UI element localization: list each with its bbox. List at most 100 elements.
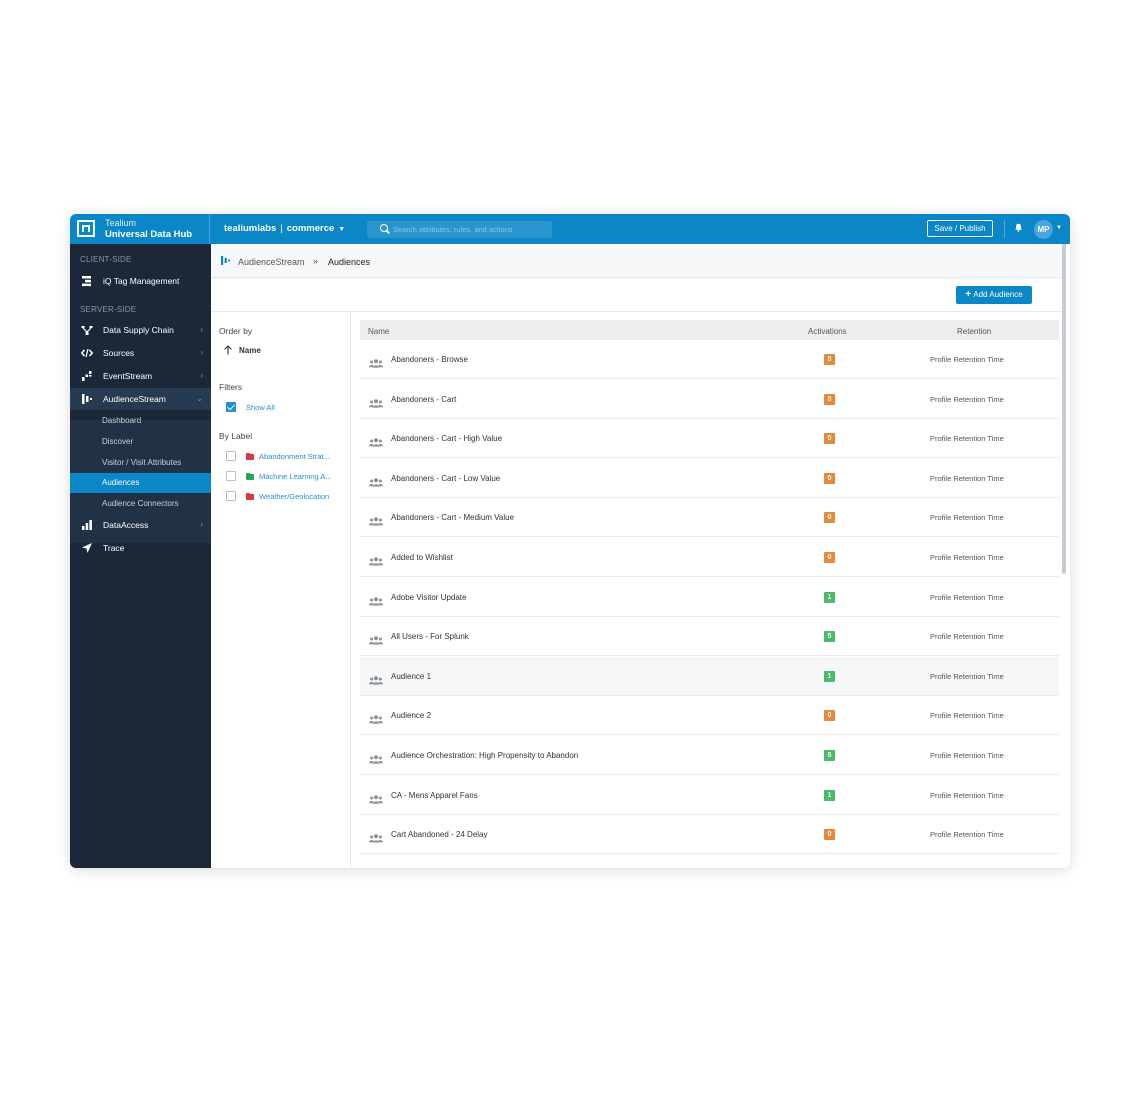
- sidebar-subitem-discover[interactable]: Discover: [70, 432, 211, 452]
- chevron-right-icon: ›: [200, 520, 203, 529]
- show-all-label[interactable]: Show All: [246, 403, 275, 412]
- sidebar-item-iq-tag-management[interactable]: iQ Tag Management: [70, 270, 211, 292]
- audience-name[interactable]: Abandoners - Browse: [391, 355, 468, 364]
- audience-name[interactable]: Abandoners - Cart - High Value: [391, 434, 502, 443]
- table-row[interactable]: Abandoners - Cart 0 Profile Retention Time: [360, 379, 1059, 419]
- breadcrumb-parent[interactable]: AudienceStream: [238, 257, 305, 267]
- sidebar-subitem-label: Visitor / Visit Attributes: [102, 458, 182, 467]
- sidebar-subitem-audience-connectors[interactable]: Audience Connectors: [70, 494, 211, 514]
- table-row[interactable]: Audience Orchestration: High Propensity …: [360, 736, 1059, 775]
- sidebar-item-label: Data Supply Chain: [103, 325, 174, 335]
- retention-value: Profile Retention Time: [930, 355, 1004, 364]
- search-box[interactable]: [367, 221, 552, 238]
- table-row[interactable]: Adobe Visitor Update 1 Profile Retention T…: [360, 577, 1059, 617]
- avatar[interactable]: MP: [1034, 220, 1053, 239]
- chevron-down-icon: ⌄: [196, 394, 203, 403]
- audiencestream-icon: [221, 256, 230, 265]
- activations-badge: 0: [824, 710, 835, 722]
- sidebar-item-eventstream[interactable]: EventStream ›: [70, 365, 211, 387]
- audience-people-icon: [369, 672, 383, 685]
- activations-badge: 0: [824, 512, 835, 524]
- account-profile-selector[interactable]: tealiumlabs | commerce ▼: [224, 223, 345, 234]
- folder-icon: [246, 472, 254, 480]
- table-header: Name Activations Retention: [360, 320, 1059, 340]
- sidebar-item-dataaccess[interactable]: DataAccess ›: [70, 514, 211, 536]
- topbar-divider: [1004, 220, 1005, 238]
- brand[interactable]: Tealium Universal Data Hub: [70, 214, 210, 244]
- audience-name[interactable]: Audience 2: [391, 711, 431, 720]
- label-checkbox[interactable]: [226, 451, 236, 461]
- activations-badge: 1: [824, 789, 835, 801]
- table-row[interactable]: Abandoners - Cart - Low Value 0 Profile Re…: [360, 458, 1059, 498]
- server-side-label: SERVER-SIDE: [80, 305, 137, 314]
- avatar-caret-icon[interactable]: ▼: [1056, 225, 1062, 231]
- sidebar-item-trace[interactable]: Trace: [70, 537, 211, 559]
- save-publish-button[interactable]: Save / Publish: [927, 220, 993, 237]
- label-filter-text[interactable]: Abandonment Strat...: [259, 452, 330, 461]
- audience-name[interactable]: Added to Wishlist: [391, 553, 453, 562]
- audience-name[interactable]: CA - Mens Apparel Fans: [391, 791, 478, 800]
- audience-name[interactable]: Audience 1: [391, 672, 431, 681]
- scrollbar[interactable]: [1062, 244, 1066, 574]
- audience-name[interactable]: Abandoners - Cart - Low Value: [391, 474, 500, 483]
- tag-management-icon: [82, 276, 91, 287]
- activations-badge: 1: [824, 670, 835, 682]
- account-separator: |: [280, 223, 283, 234]
- table-row[interactable]: CA - Mens Apparel Fans 1 Profile Retention…: [360, 775, 1059, 815]
- search-input[interactable]: [393, 222, 543, 237]
- label-filter-text[interactable]: Weather/Geolocation: [259, 492, 329, 501]
- table-row[interactable]: Abandoners - Cart - Medium Value 0 Profile…: [360, 498, 1059, 538]
- breadcrumb-current: Audiences: [328, 257, 371, 267]
- table-row[interactable]: Added to Wishlist 0 Profile Retention Time: [360, 538, 1059, 577]
- top-bar: Tealium Universal Data Hub tealiumlabs | c…: [70, 214, 1070, 244]
- tealium-logo-icon: [77, 220, 95, 237]
- sidebar-subitem-visitor-visit-attributes[interactable]: Visitor / Visit Attributes: [70, 453, 211, 473]
- label-checkbox[interactable]: [226, 471, 236, 481]
- show-all-checkbox[interactable]: [226, 402, 236, 412]
- audience-people-icon: [369, 553, 383, 566]
- column-header-activations[interactable]: Activations: [808, 327, 847, 336]
- sidebar-item-data-supply-chain[interactable]: Data Supply Chain ›: [70, 319, 211, 341]
- sidebar: CLIENT-SIDE iQ Tag Management SERVER-SID…: [70, 244, 211, 868]
- table-row[interactable]: Audience 1 1 Profile Retention Time: [360, 656, 1059, 696]
- audience-name[interactable]: Cart Abandoned - 24 Delay: [391, 830, 488, 839]
- retention-value: Profile Retention Time: [930, 434, 1004, 444]
- retention-value: Profile Retention Time: [930, 790, 1004, 800]
- bell-icon[interactable]: [1014, 223, 1023, 232]
- brand-name: Tealium: [105, 218, 137, 228]
- table-row[interactable]: Cart Abandoned - 24 Delay 0 Profile Retent…: [360, 815, 1059, 855]
- sidebar-item-label: DataAccess: [103, 520, 149, 530]
- main-content: AudienceStream » Audiences + Add Audience…: [211, 244, 1066, 868]
- sidebar-item-audiencestream[interactable]: AudienceStream ⌄: [70, 388, 211, 410]
- sidebar-item-label: Trace: [103, 543, 125, 553]
- app-window: Tealium Universal Data Hub tealiumlabs | c…: [70, 214, 1070, 868]
- sidebar-item-sources[interactable]: Sources ›: [70, 342, 211, 364]
- audience-name[interactable]: Abandoners - Cart - Medium Value: [391, 513, 514, 522]
- table-row[interactable]: Abandoners - Cart - High Value 0 Profile R…: [360, 419, 1059, 459]
- sidebar-subitem-audiences[interactable]: Audiences: [70, 473, 211, 493]
- retention-value: Profile Retention Time: [930, 671, 1004, 681]
- retention-value: Profile Retention Time: [930, 830, 1004, 840]
- column-header-name[interactable]: Name: [368, 327, 389, 336]
- client-side-label: CLIENT-SIDE: [80, 255, 132, 264]
- table-row[interactable]: Audience 2 0 Profile Retention Time: [360, 696, 1059, 736]
- order-by-name[interactable]: Name: [239, 346, 261, 355]
- audience-people-icon: [369, 711, 383, 724]
- audience-name[interactable]: All Users - For Splunk: [391, 632, 469, 641]
- by-label-label: By Label: [219, 431, 253, 441]
- audience-people-icon: [369, 632, 383, 645]
- table-row[interactable]: All Users - For Splunk 5 Profile Retention…: [360, 617, 1059, 657]
- retention-value: Profile Retention Time: [930, 632, 1004, 642]
- activations-badge: 0: [824, 354, 835, 365]
- column-header-retention[interactable]: Retention: [957, 327, 991, 336]
- add-audience-button[interactable]: + Add Audience: [956, 286, 1032, 304]
- table-row[interactable]: Abandoners - Browse 0 Profile Retention Ti…: [360, 340, 1059, 379]
- label-checkbox[interactable]: [226, 491, 236, 501]
- sidebar-subitem-dashboard[interactable]: Dashboard: [70, 411, 211, 431]
- audience-name[interactable]: Abandoners - Cart: [391, 395, 456, 404]
- label-filter-text[interactable]: Machine Learning A...: [259, 472, 332, 481]
- arrow-up-icon[interactable]: [223, 345, 233, 355]
- audience-name[interactable]: Audience Orchestration: High Propensity …: [391, 751, 578, 760]
- audience-name[interactable]: Adobe Visitor Update: [391, 593, 466, 602]
- caret-down-icon: ▼: [338, 226, 346, 233]
